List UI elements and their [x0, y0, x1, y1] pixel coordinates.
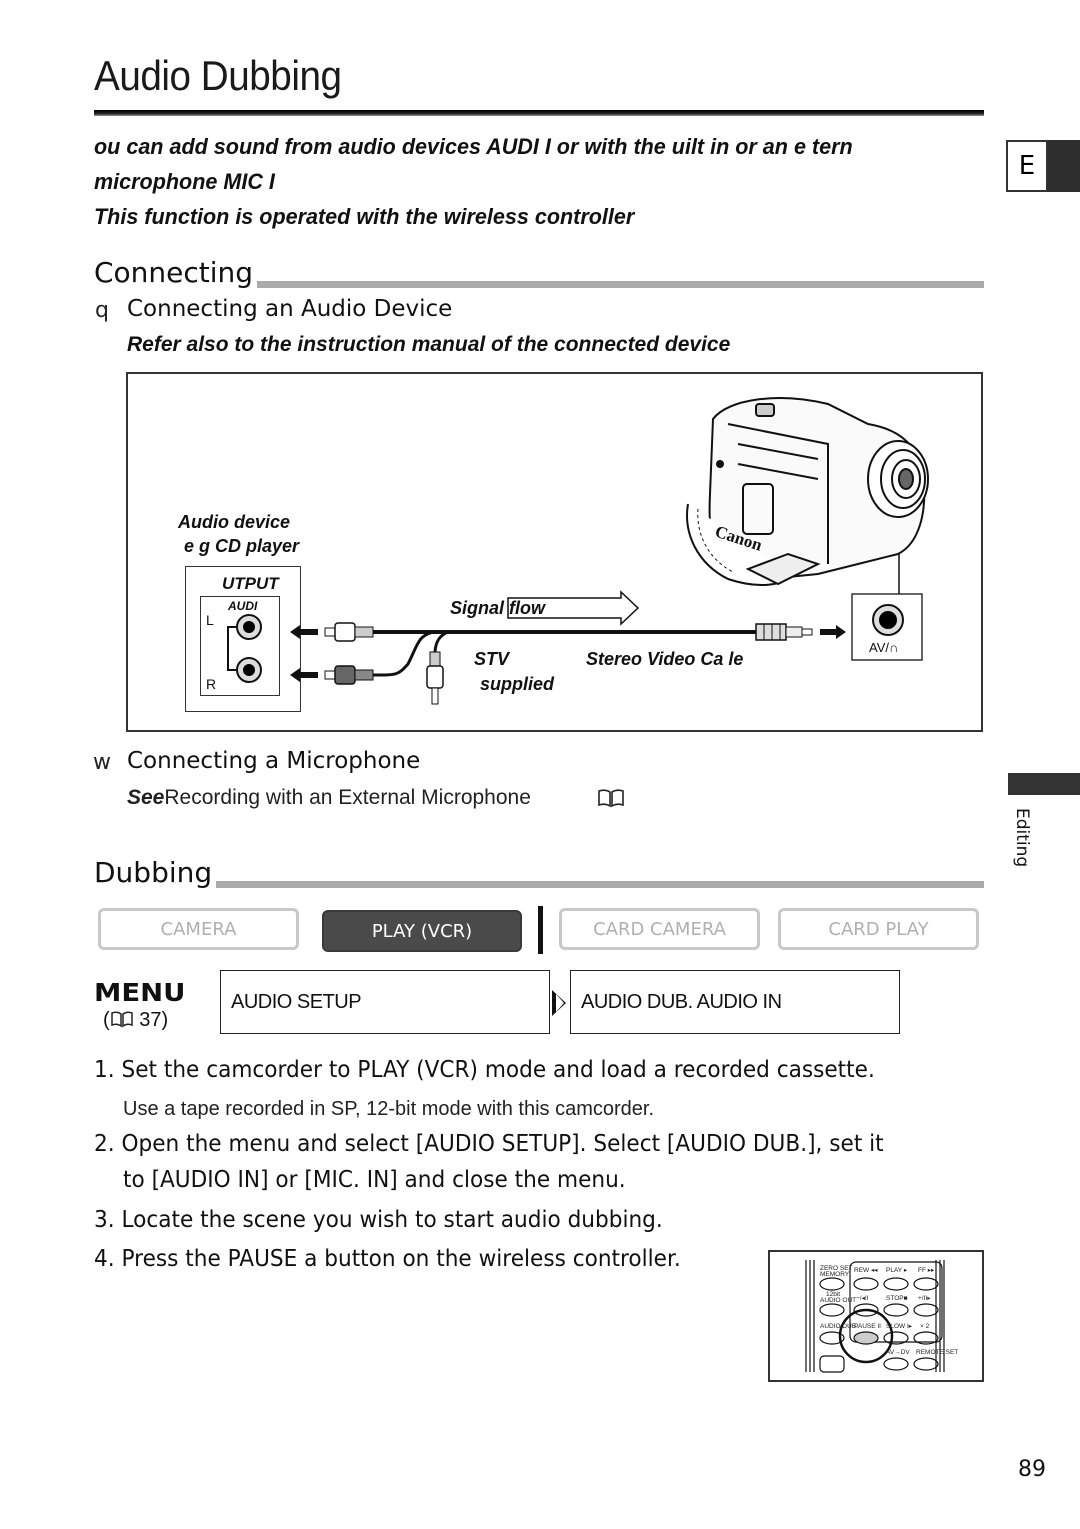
svg-text:AV→DV: AV→DV — [886, 1349, 910, 1356]
camcorder-icon — [686, 397, 929, 586]
menu-ref-page: 37) — [133, 1009, 169, 1031]
left-jack-icon — [236, 614, 262, 640]
svg-text:× 2: × 2 — [920, 1323, 930, 1330]
svg-text:REW ◂◂: REW ◂◂ — [854, 1267, 878, 1274]
mode-card-camera: CARD CAMERA — [559, 908, 760, 950]
mode-camera: CAMERA — [98, 908, 299, 950]
section-title-dubbing: Dubbing — [94, 856, 217, 889]
mode-card-play: CARD PLAY — [778, 908, 979, 950]
cable-code-label: STV — [474, 649, 510, 669]
white-rca-plug-icon — [324, 622, 374, 642]
arrow-left-icon — [290, 625, 318, 639]
subsection-title-microphone: Connecting a Microphone — [127, 748, 421, 774]
mode-separator — [538, 906, 543, 954]
menu-item-audio-setup: AUDIO SETUP — [220, 970, 550, 1034]
side-section-tab — [1008, 773, 1080, 795]
svg-text:+/II▸: +/II▸ — [918, 1295, 931, 1302]
audio-device-note: Refer also to the instruction manual of … — [127, 333, 731, 356]
mode-play-vcr: PLAY (VCR) — [322, 910, 522, 952]
step-2-continued: to [AUDIO IN] or [MIC. IN] and close the… — [123, 1167, 626, 1193]
page-number: 89 — [1018, 1457, 1046, 1482]
section-title-connecting: Connecting — [94, 256, 258, 289]
step-4: 4. Press the PAUSE a button on the wirel… — [94, 1246, 681, 1272]
channel-bracket — [227, 626, 236, 671]
signal-flow-label: Signal flow — [450, 598, 546, 618]
svg-text:FF ▸▸: FF ▸▸ — [918, 1267, 935, 1274]
right-jack-icon — [236, 657, 262, 683]
cable-red-branch — [372, 630, 434, 677]
menu-page-reference: ( 37) — [103, 1009, 168, 1032]
see-reference: SeeRecording with an External Microphone — [127, 786, 531, 810]
side-section-label: Editing — [1012, 808, 1032, 868]
intro-line-1: ou can add sound from audio devices AUDI… — [94, 134, 853, 159]
cable-video-branch — [433, 630, 449, 655]
intro-line-3: This function is operated with the wirel… — [94, 204, 635, 229]
arrow-left-icon — [290, 668, 318, 682]
red-rca-plug-icon — [324, 665, 374, 685]
svg-text:SLOW I▸: SLOW I▸ — [886, 1323, 913, 1330]
av-jack-icon — [872, 604, 904, 636]
remote-illustration: ZERO SET MEMORY REW ◂◂ PLAY ▸ FF ▸▸ 12bit AU… — [768, 1250, 984, 1382]
step-2: 2. Open the menu and select [AUDIO SETUP… — [94, 1131, 884, 1157]
svg-text:AUDIO OUT: AUDIO OUT — [820, 1297, 856, 1304]
svg-text:PAUSE II: PAUSE II — [854, 1323, 881, 1330]
see-link-text[interactable]: Recording with an External Microphone — [164, 786, 531, 809]
intro-line-2: microphone MIC I — [94, 169, 275, 194]
bullet-marker: q — [95, 298, 109, 323]
step-1-note: Use a tape recorded in SP, 12-bit mode w… — [123, 1098, 655, 1120]
cable-supplied-label: supplied — [480, 674, 555, 694]
menu-ref-open: ( — [103, 1009, 110, 1031]
menu-arrow-icon — [552, 990, 566, 1016]
menu-item-audio-dub: AUDIO DUB. AUDIO IN — [570, 970, 900, 1034]
step-1: 1. Set the camcorder to PLAY (VCR) mode … — [94, 1057, 875, 1083]
page-title: Audio Dubbing — [94, 52, 342, 99]
av-jack-label: AV/∩ — [869, 640, 899, 655]
see-label: See — [127, 786, 165, 809]
diagram-artwork: Canon — [227, 397, 929, 705]
book-icon — [598, 789, 624, 808]
cable-name-label: Stereo Video Ca le — [586, 649, 744, 669]
section-rule-dubbing — [94, 881, 984, 888]
svg-text:PLAY ▸: PLAY ▸ — [886, 1267, 908, 1274]
video-plug-icon — [426, 651, 444, 705]
mini-plug-icon — [755, 623, 813, 641]
language-tab-marker — [1048, 140, 1080, 192]
bullet-marker: w — [93, 750, 111, 775]
arrow-right-icon — [820, 625, 846, 639]
connection-diagram: Audio device e g CD player UTPUT AUDI L … — [126, 372, 983, 732]
menu-label: MENU — [94, 978, 186, 1007]
language-tab: E — [1006, 140, 1048, 192]
svg-text:MEMORY: MEMORY — [820, 1271, 850, 1278]
svg-text:REMOTE SET: REMOTE SET — [916, 1349, 958, 1356]
book-icon — [110, 1011, 133, 1028]
svg-text:STOP■: STOP■ — [886, 1295, 908, 1302]
step-3: 3. Locate the scene you wish to start au… — [94, 1207, 663, 1233]
subsection-title-audio-device: Connecting an Audio Device — [127, 296, 453, 322]
wireless-controller-icon: ZERO SETMEMORY REW ◂◂ PLAY ▸ FF ▸▸ 12bitAU… — [805, 1260, 958, 1373]
svg-text:−/◂II: −/◂II — [856, 1295, 869, 1302]
svg-text:AUDIO DUB.: AUDIO DUB. — [820, 1323, 858, 1330]
title-rule — [94, 110, 984, 116]
